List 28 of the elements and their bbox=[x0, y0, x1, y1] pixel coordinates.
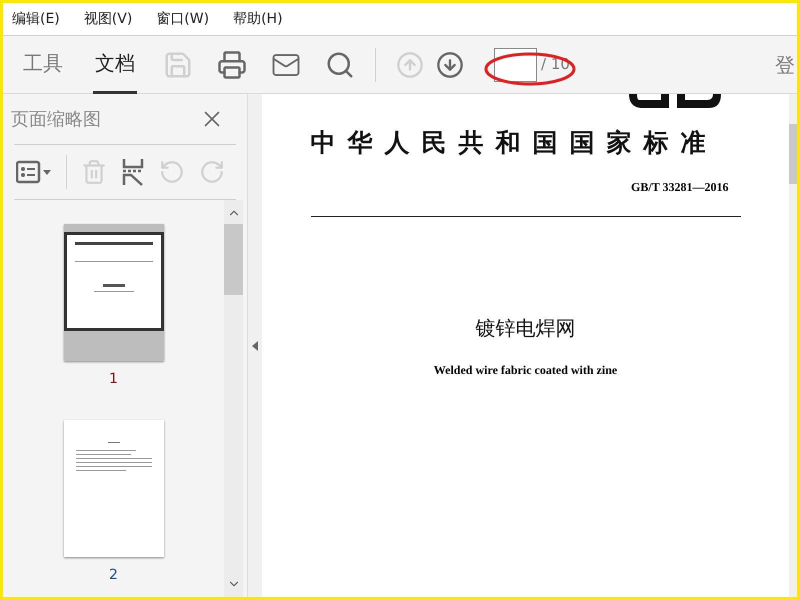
menu-item[interactable]: 窗口(W) bbox=[156, 8, 210, 30]
tab[interactable]: 工具 bbox=[21, 36, 65, 94]
extract-page-icon bbox=[121, 158, 145, 186]
printer-icon bbox=[217, 50, 247, 80]
menu-item[interactable]: 帮助(H) bbox=[233, 8, 283, 30]
scroll-thumb[interactable] bbox=[789, 124, 797, 184]
scroll-thumb[interactable] bbox=[224, 224, 243, 295]
collapse-arrow-icon[interactable] bbox=[252, 340, 258, 350]
panel-tool-button[interactable] bbox=[121, 158, 145, 186]
menu-item[interactable]: 编辑(E) bbox=[12, 8, 60, 30]
page-thumbnail[interactable] bbox=[64, 420, 164, 557]
panel-title: 页面缩略图 bbox=[11, 108, 101, 132]
page-number-label: 2 bbox=[109, 566, 118, 585]
save-icon bbox=[163, 50, 193, 80]
sign-in-link[interactable]: 登 bbox=[775, 50, 795, 78]
search-icon bbox=[325, 50, 355, 80]
list-options-icon bbox=[16, 160, 52, 184]
standard-number: GB/T 33281—2016 bbox=[631, 178, 728, 196]
trash-icon bbox=[81, 159, 107, 185]
rotate-right-icon bbox=[199, 159, 225, 185]
document-title: 镀锌电焊网 bbox=[476, 314, 576, 342]
rotate-left-icon bbox=[159, 159, 185, 185]
document-subtitle: Welded wire fabric coated with zine bbox=[434, 362, 618, 378]
menu-item[interactable]: 视图(V) bbox=[84, 8, 132, 30]
document-heading: 中华人民共和国国家标准 bbox=[310, 127, 718, 159]
panel-tool-button[interactable] bbox=[16, 160, 52, 184]
page-thumbnail[interactable] bbox=[64, 224, 164, 361]
page-number-label: 1 bbox=[109, 370, 118, 389]
